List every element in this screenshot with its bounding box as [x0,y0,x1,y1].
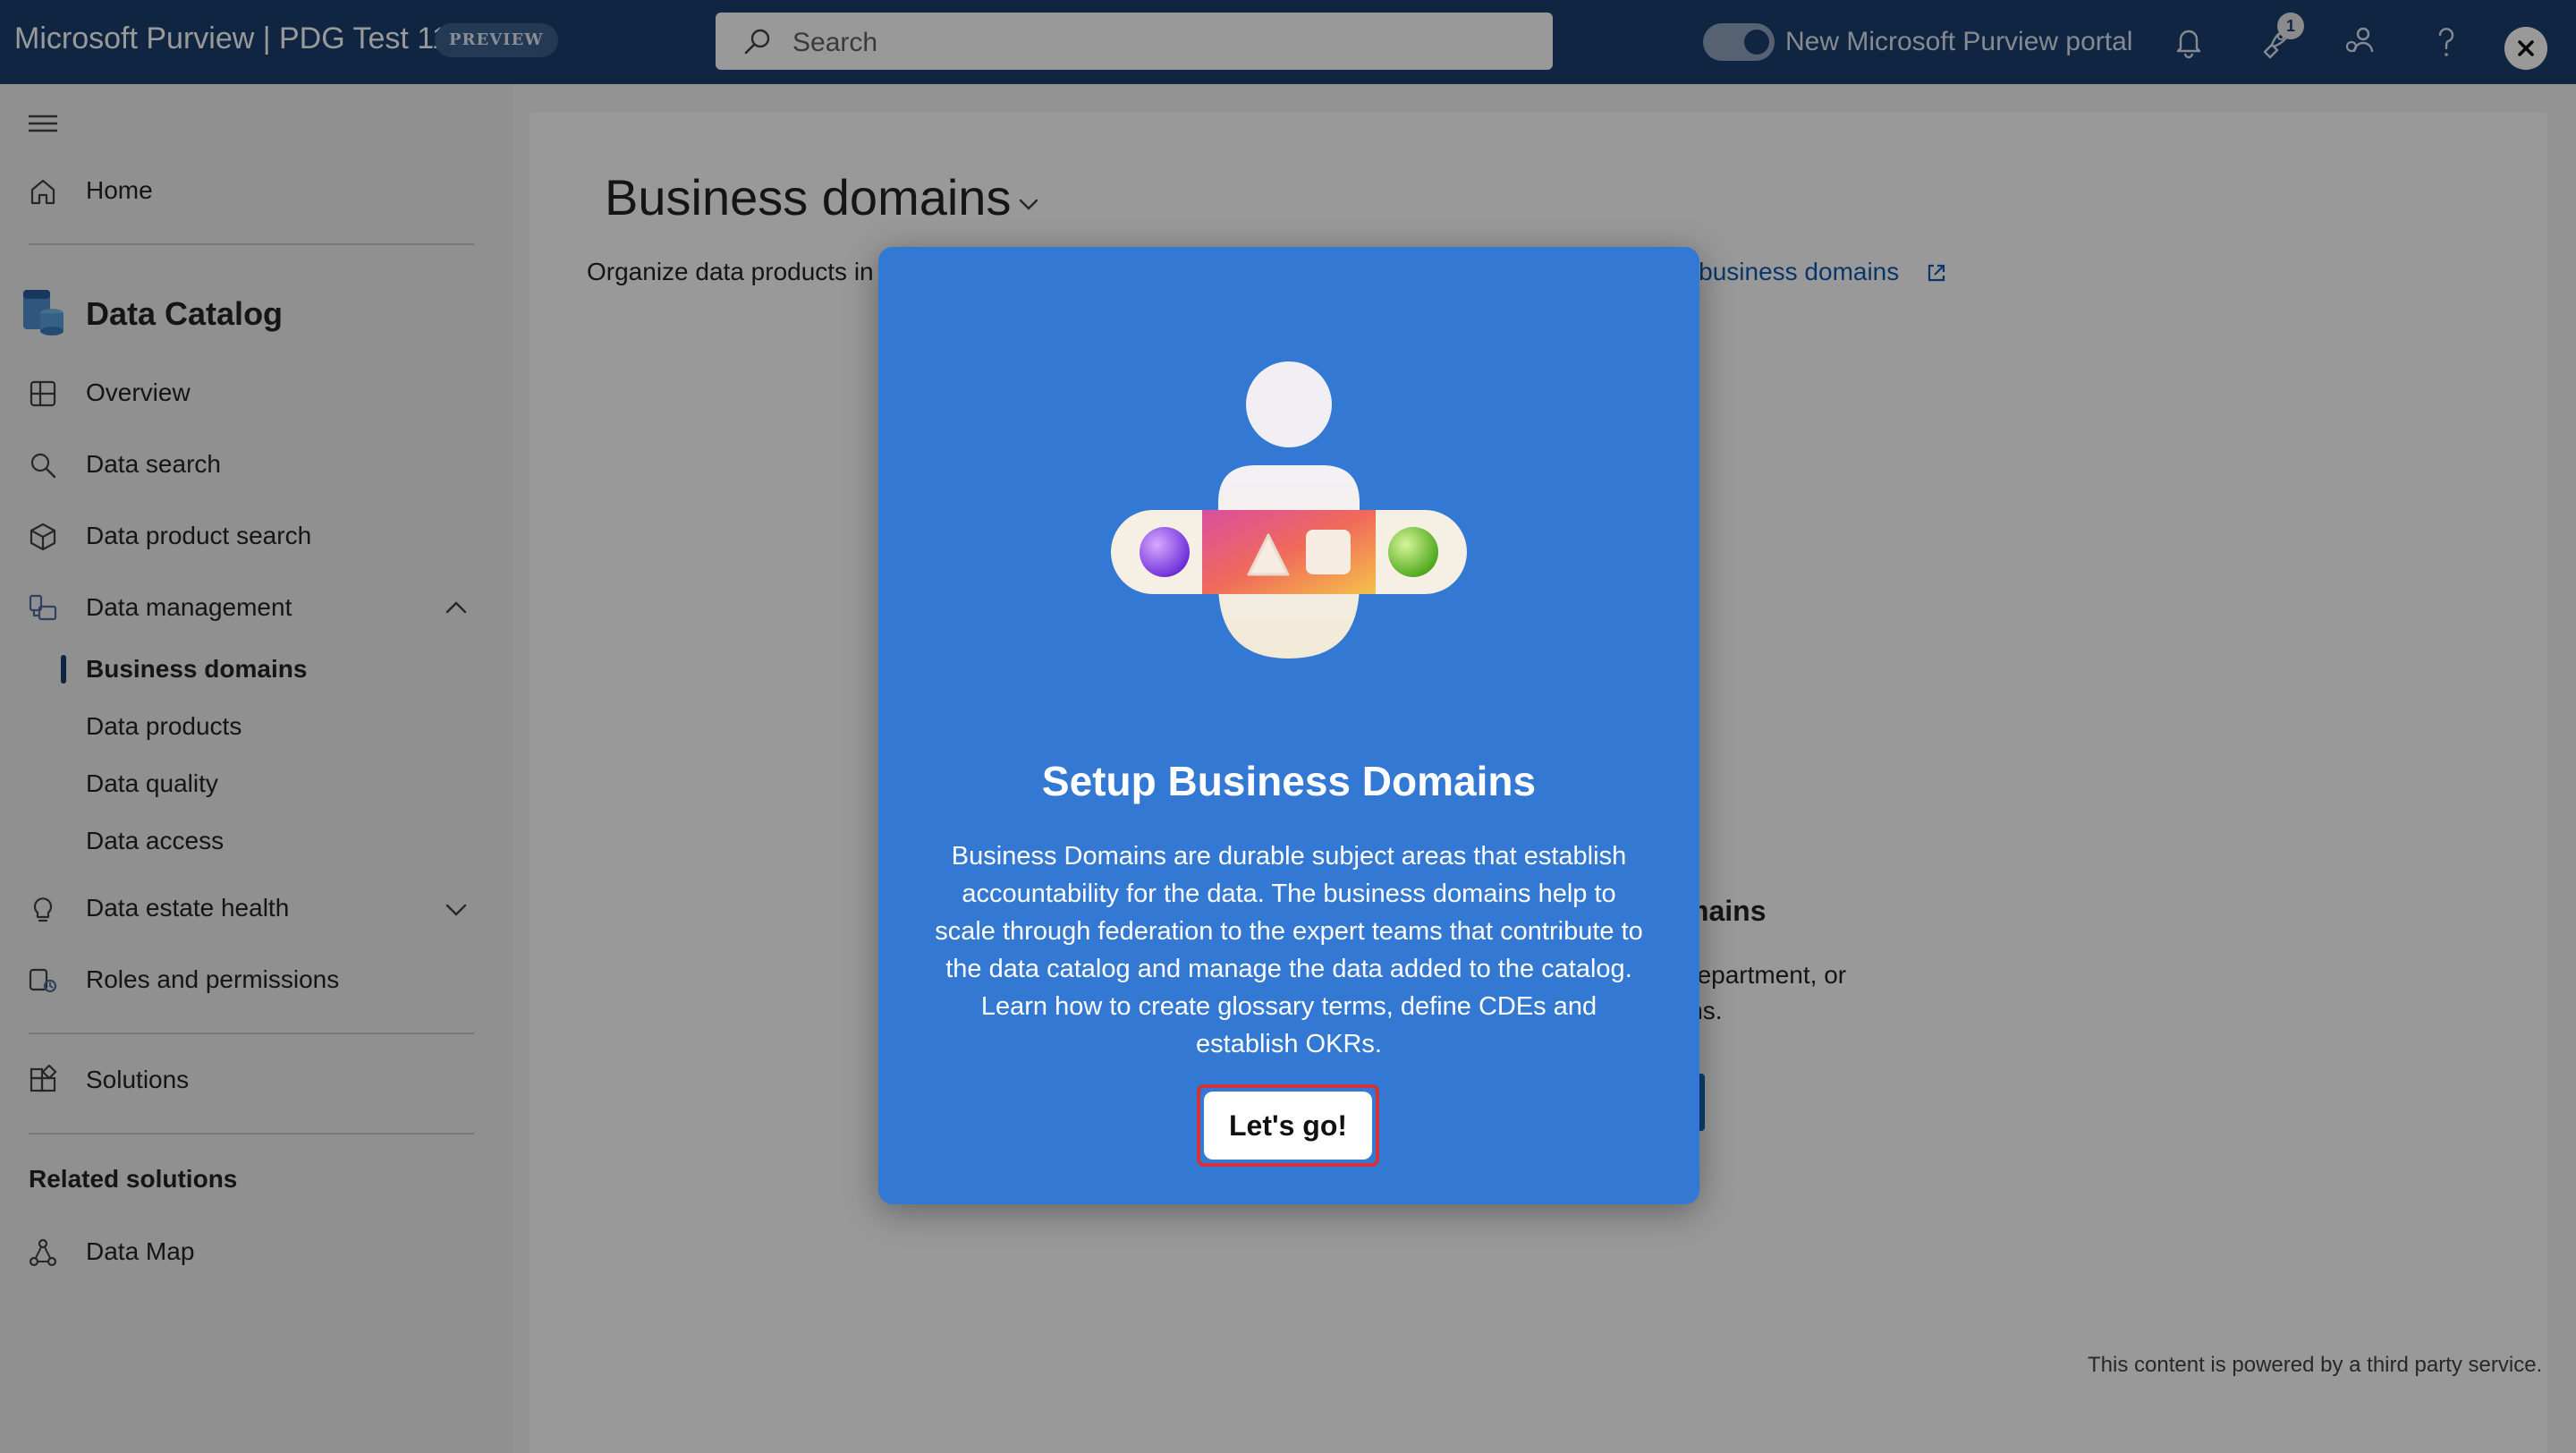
lets-go-button[interactable]: Let's go! [1204,1092,1372,1160]
setup-business-domains-dialog: Setup Business Domains Business Domains … [878,247,1699,1204]
dialog-body-text: Business Domains are durable subject are… [935,842,1643,1058]
business-domains-illustration [1111,361,1467,659]
dialog-title: Setup Business Domains [1041,758,1537,804]
